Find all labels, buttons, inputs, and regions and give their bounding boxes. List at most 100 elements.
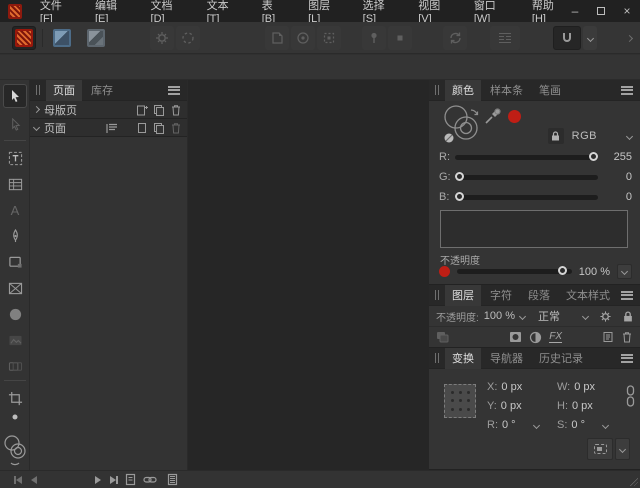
- marquee-button[interactable]: [317, 26, 341, 50]
- spread-setup-button[interactable]: [291, 26, 315, 50]
- pages-view-button[interactable]: [164, 473, 180, 487]
- persona-photo-button[interactable]: [84, 26, 108, 50]
- green-slider-handle[interactable]: [455, 172, 464, 181]
- red-slider-track[interactable]: [455, 155, 598, 160]
- tab-stock[interactable]: 库存: [84, 80, 120, 101]
- maximize-button[interactable]: [588, 0, 614, 22]
- w-value[interactable]: 0 px: [574, 381, 595, 393]
- add-page-button[interactable]: [135, 121, 149, 135]
- chevron-down-icon[interactable]: [33, 124, 40, 131]
- blend-mode-value[interactable]: 正常: [538, 308, 560, 324]
- ellipse-tool-button[interactable]: [3, 302, 27, 326]
- opacity-dropdown-button[interactable]: [617, 264, 632, 279]
- link-dimensions-icon[interactable]: [626, 385, 635, 407]
- anchor-dot[interactable]: [451, 408, 454, 411]
- duplicate-master-page-button[interactable]: [152, 103, 166, 117]
- y-value[interactable]: 0 px: [501, 400, 522, 412]
- shear-dropdown-icon[interactable]: [602, 421, 609, 428]
- blue-slider-value[interactable]: 0: [598, 191, 632, 203]
- rectangle-tool-button[interactable]: [3, 250, 27, 274]
- picture-frame-tool-button[interactable]: [3, 276, 27, 300]
- color-sampler-dot[interactable]: [3, 410, 27, 424]
- stacked-layers-icon[interactable]: [436, 331, 450, 343]
- opacity-value[interactable]: 100 %: [579, 266, 610, 278]
- refresh-button[interactable]: [443, 26, 467, 50]
- pin-button[interactable]: [362, 26, 386, 50]
- pen-tool-button[interactable]: [3, 224, 27, 248]
- opacity-slider-handle[interactable]: [558, 266, 567, 275]
- add-master-page-button[interactable]: [135, 103, 149, 117]
- pages-panel-menu-icon[interactable]: [168, 86, 180, 95]
- transform-panel-menu-icon[interactable]: [621, 354, 633, 363]
- color-preview-well[interactable]: [440, 210, 628, 248]
- close-button[interactable]: ×: [614, 0, 640, 22]
- rotate-right-button[interactable]: [176, 26, 200, 50]
- blend-mode-dropdown-icon[interactable]: [582, 312, 589, 319]
- gear-icon[interactable]: [599, 310, 612, 323]
- anchor-dot[interactable]: [459, 408, 462, 411]
- rotation-dropdown-icon[interactable]: [533, 421, 540, 428]
- layers-opacity-value[interactable]: 100 %: [484, 310, 515, 322]
- green-slider-value[interactable]: 0: [598, 171, 632, 183]
- page-setup-button[interactable]: [265, 26, 289, 50]
- rotate-left-button[interactable]: [150, 26, 174, 50]
- panel-drag-handle-icon[interactable]: [435, 290, 439, 300]
- crop-tool-button[interactable]: [3, 386, 27, 410]
- eyedropper-icon[interactable]: [484, 107, 502, 125]
- single-page-view-button[interactable]: [122, 473, 138, 487]
- anchor-dot[interactable]: [451, 399, 454, 402]
- delete-page-button[interactable]: [169, 121, 183, 135]
- first-page-button[interactable]: [10, 473, 26, 487]
- node-tool-button[interactable]: [3, 112, 27, 136]
- tab-text-styles[interactable]: 文本样式: [559, 285, 617, 306]
- unpin-button[interactable]: [388, 26, 412, 50]
- anchor-dot[interactable]: [467, 399, 470, 402]
- apply-master-button[interactable]: [104, 121, 118, 135]
- text-wrap-button[interactable]: [490, 26, 520, 50]
- persona-designer-button[interactable]: [50, 26, 74, 50]
- lock-icon[interactable]: [623, 311, 633, 322]
- red-slider-handle[interactable]: [589, 152, 598, 161]
- chevron-right-icon[interactable]: [33, 106, 40, 113]
- snapping-options-dropdown[interactable]: [583, 26, 597, 50]
- opacity-slider-track[interactable]: [457, 269, 572, 274]
- document-canvas[interactable]: [188, 80, 429, 470]
- previous-page-button[interactable]: [26, 473, 42, 487]
- tab-pages[interactable]: 页面: [46, 80, 82, 101]
- fill-stroke-selector[interactable]: [441, 102, 485, 146]
- tab-swatches[interactable]: 样本条: [483, 80, 530, 101]
- new-layer-icon[interactable]: [602, 331, 614, 343]
- panel-drag-handle-icon[interactable]: [435, 85, 439, 95]
- blue-slider-track[interactable]: [455, 195, 598, 200]
- tab-history[interactable]: 历史记录: [532, 348, 590, 369]
- tab-transform[interactable]: 变换: [445, 348, 481, 369]
- anchor-dot[interactable]: [467, 391, 470, 394]
- shear-value[interactable]: 0 °: [571, 419, 585, 431]
- delete-master-page-button[interactable]: [169, 103, 183, 117]
- adjustment-icon[interactable]: [529, 331, 542, 344]
- layers-panel-menu-icon[interactable]: [621, 291, 633, 300]
- anchor-dot[interactable]: [451, 391, 454, 394]
- duplicate-page-button[interactable]: [152, 121, 166, 135]
- tab-navigator[interactable]: 导航器: [483, 348, 530, 369]
- fill-stroke-selector[interactable]: [3, 432, 27, 468]
- color-panel-menu-icon[interactable]: [621, 86, 633, 95]
- green-slider-track[interactable]: [455, 175, 598, 180]
- next-page-button[interactable]: [90, 473, 106, 487]
- master-pages-row[interactable]: 母版页: [30, 101, 187, 119]
- tab-color[interactable]: 颜色: [445, 80, 481, 101]
- color-mode-dropdown-icon[interactable]: [626, 132, 633, 139]
- mask-icon[interactable]: [509, 331, 522, 343]
- h-value[interactable]: 0 px: [572, 400, 593, 412]
- image-tool-button[interactable]: [3, 328, 27, 352]
- blue-slider-handle[interactable]: [455, 192, 464, 201]
- tab-layers[interactable]: 图层: [445, 285, 481, 306]
- move-tool-button[interactable]: [3, 84, 27, 108]
- panel-drag-handle-icon[interactable]: [36, 85, 40, 95]
- persona-publisher-button[interactable]: [12, 26, 36, 50]
- transform-mode-dropdown[interactable]: [615, 438, 630, 460]
- rotation-value[interactable]: 0 °: [502, 419, 516, 431]
- opacity-dropdown-icon[interactable]: [519, 312, 526, 319]
- tab-character[interactable]: 字符: [483, 285, 519, 306]
- x-value[interactable]: 0 px: [501, 381, 522, 393]
